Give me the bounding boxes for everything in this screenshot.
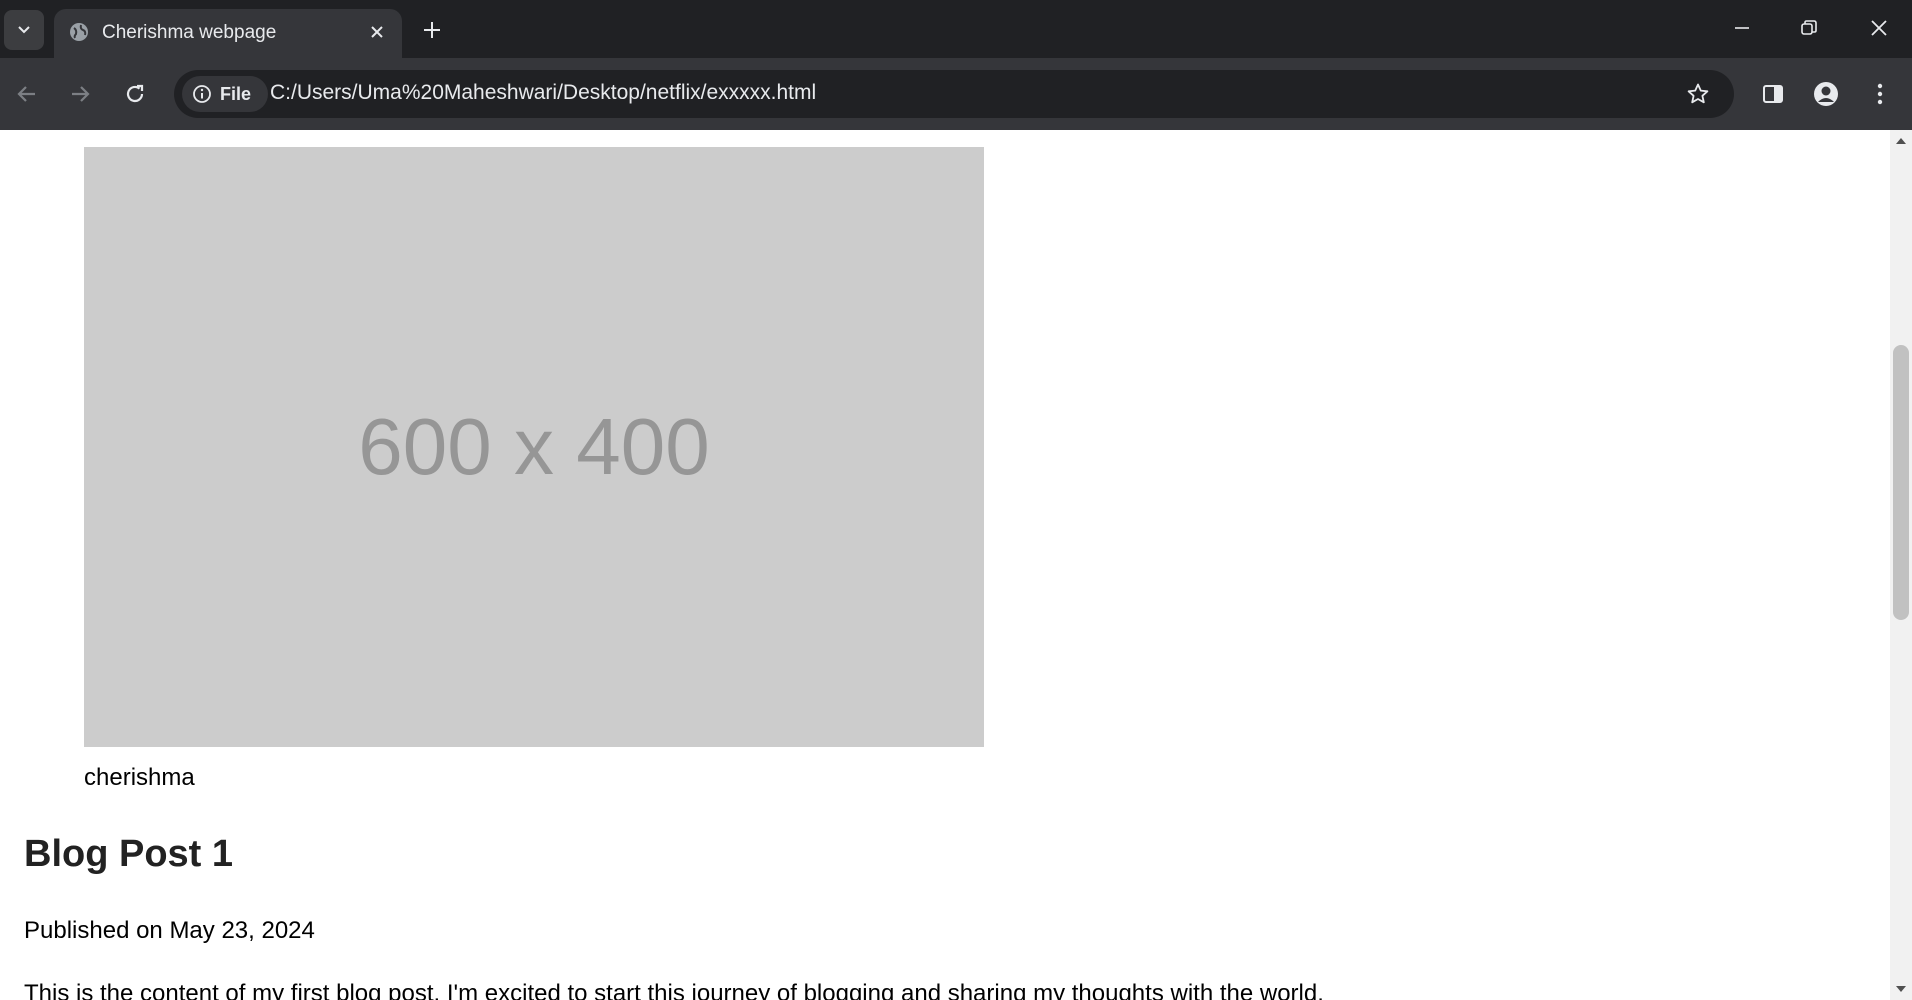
- side-panel-icon: [1763, 85, 1783, 103]
- close-icon: [1871, 20, 1887, 36]
- restore-button[interactable]: [1786, 8, 1832, 48]
- plus-icon: [424, 22, 440, 38]
- star-icon: [1687, 83, 1709, 104]
- scroll-down-arrow-icon[interactable]: [1896, 986, 1906, 992]
- forward-button[interactable]: [60, 74, 100, 114]
- site-chip-label: File: [220, 83, 252, 104]
- figure: 600 x 400 cherishma: [84, 147, 984, 792]
- back-button[interactable]: [7, 74, 47, 114]
- close-icon: [371, 26, 383, 38]
- browser-toolbar: File C:/Users/Uma%20Maheshwari/Desktop/n…: [0, 58, 1912, 130]
- tab-strip: Cherishma webpage: [0, 0, 1912, 58]
- globe-icon: [70, 23, 88, 41]
- more-vert-icon: [1877, 83, 1883, 105]
- reload-button[interactable]: [115, 74, 155, 114]
- new-tab-button[interactable]: [418, 16, 446, 44]
- placeholder-image-text: 600 x 400: [358, 402, 710, 491]
- info-icon: [193, 85, 211, 103]
- scroll-up-arrow-icon[interactable]: [1896, 138, 1906, 144]
- profile-icon: [1814, 82, 1838, 106]
- restore-icon: [1801, 20, 1817, 35]
- side-panel-button[interactable]: [1753, 74, 1793, 114]
- image-caption: cherishma: [84, 764, 195, 791]
- placeholder-image: 600 x 400: [84, 147, 984, 747]
- menu-button[interactable]: [1860, 74, 1900, 114]
- reload-icon: [126, 84, 144, 103]
- post-title: Blog Post 1: [24, 833, 234, 875]
- profile-button[interactable]: [1806, 74, 1846, 114]
- address-bar[interactable]: File C:/Users/Uma%20Maheshwari/Desktop/n…: [174, 70, 1734, 118]
- page-viewport: 600 x 400 cherishma Blog Post 1 Publishe…: [0, 130, 1890, 1000]
- tab-search-button[interactable]: [4, 10, 44, 50]
- tab-title: Cherishma webpage: [102, 22, 277, 43]
- bookmark-button[interactable]: [1684, 80, 1712, 108]
- post-date: Published on May 23, 2024: [24, 917, 315, 944]
- post-body: This is the content of my first blog pos…: [24, 980, 1324, 1000]
- url-text[interactable]: C:/Users/Uma%20Maheshwari/Desktop/netfli…: [270, 81, 816, 105]
- vertical-scrollbar[interactable]: [1890, 130, 1912, 1000]
- active-tab[interactable]: Cherishma webpage: [54, 9, 402, 58]
- arrow-right-icon: [72, 86, 90, 102]
- minimize-button[interactable]: [1719, 8, 1765, 48]
- site-info-chip[interactable]: File: [182, 76, 268, 112]
- close-window-button[interactable]: [1856, 8, 1902, 48]
- minimize-icon: [1735, 27, 1749, 29]
- tab-close-button[interactable]: [366, 21, 388, 43]
- arrow-left-icon: [17, 86, 35, 102]
- chevron-down-icon: [18, 26, 30, 34]
- scrollbar-thumb[interactable]: [1893, 345, 1909, 620]
